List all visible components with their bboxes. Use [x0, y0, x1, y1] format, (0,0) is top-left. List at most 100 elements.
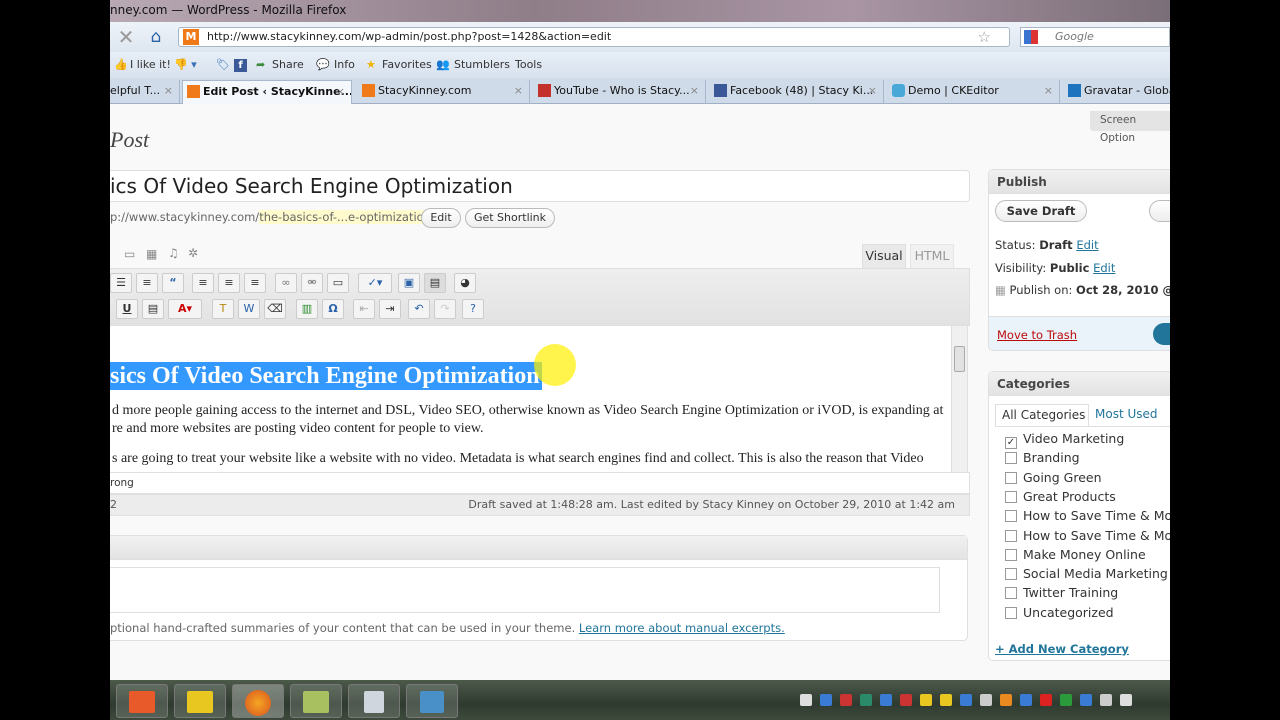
share-button[interactable]: Share [272, 52, 304, 78]
screen-options-button[interactable]: Screen Option [1090, 111, 1170, 144]
tray-icon[interactable] [880, 694, 892, 706]
category-item[interactable]: How to Save Time & Mon [1005, 528, 1170, 543]
tab-most-used[interactable]: Most Used [1095, 404, 1158, 424]
tab-stacykinney[interactable]: StacyKinney.com × [358, 80, 530, 104]
tray-icon[interactable] [820, 694, 832, 706]
edit-status-link[interactable]: Edit [1076, 238, 1098, 252]
category-checkbox[interactable] [1005, 510, 1017, 523]
paste-text-icon[interactable]: T [212, 299, 234, 319]
search-input[interactable]: Google [1020, 27, 1170, 47]
tray-icon[interactable] [1060, 694, 1072, 706]
tray-icon[interactable] [800, 694, 812, 706]
undo-icon[interactable]: ↶ [408, 299, 430, 319]
thumbs-up-icon[interactable]: 👍 [114, 52, 128, 78]
tab-helpful[interactable]: elpful T... × [110, 80, 180, 104]
stumblers-button[interactable]: Stumblers [454, 52, 510, 78]
link-icon[interactable]: ∞ [275, 273, 297, 293]
category-item[interactable]: Twitter Training [1005, 585, 1118, 600]
tray-icon[interactable] [1080, 694, 1092, 706]
tab-visual[interactable]: Visual [862, 244, 906, 268]
category-checkbox[interactable] [1005, 606, 1017, 619]
category-item[interactable]: Branding [1005, 450, 1080, 465]
tray-icon[interactable] [940, 694, 952, 706]
tab-facebook[interactable]: Facebook (48) | Stacy Ki... × [710, 80, 884, 104]
more-tag-icon[interactable]: ▭ [327, 273, 349, 293]
align-left-icon[interactable]: ≡ [192, 273, 214, 293]
insert-media-icon[interactable]: ▥ [296, 299, 318, 319]
category-checkbox[interactable] [1005, 529, 1017, 542]
learn-more-excerpts-link[interactable]: Learn more about manual excerpts. [579, 621, 785, 635]
category-item[interactable]: Social Media Marketing [1005, 566, 1168, 581]
tray-icon[interactable] [1120, 694, 1132, 706]
category-checkbox[interactable] [1005, 490, 1017, 503]
permalink-slug[interactable]: the-basics-of-...e-optimization/ [259, 210, 435, 224]
remove-format-icon[interactable]: ⌫ [264, 299, 286, 319]
like-button[interactable]: I like it! [130, 52, 171, 78]
category-item[interactable]: Make Money Online [1005, 547, 1146, 562]
category-item[interactable]: Going Green [1005, 470, 1102, 485]
tray-icon[interactable] [1000, 694, 1012, 706]
numbered-list-icon[interactable]: ≡ [136, 273, 158, 293]
close-tab-icon[interactable]: × [164, 80, 173, 102]
bullet-list-icon[interactable]: ☰ [110, 273, 132, 293]
special-character-icon[interactable]: Ω [322, 299, 344, 319]
get-shortlink-button[interactable]: Get Shortlink [465, 208, 555, 228]
category-checkbox[interactable]: ✓ [1005, 437, 1017, 449]
tray-icon[interactable] [1040, 694, 1052, 706]
close-tab-icon[interactable]: × [514, 80, 523, 102]
spellcheck-icon[interactable]: ✓▾ [358, 273, 392, 293]
preview-button[interactable] [1149, 200, 1170, 222]
tray-icon[interactable] [900, 694, 912, 706]
add-image-icon[interactable]: ▭ [124, 247, 135, 261]
tab-gravatar[interactable]: Gravatar - Global [1064, 80, 1170, 104]
category-checkbox[interactable] [1005, 471, 1017, 484]
unlink-icon[interactable]: ⚮ [301, 273, 323, 293]
tray-icon[interactable] [860, 694, 872, 706]
indent-icon[interactable]: ⇥ [379, 299, 401, 319]
category-checkbox[interactable] [1005, 548, 1017, 561]
firefox-taskbar-button[interactable] [232, 684, 284, 718]
align-center-icon[interactable]: ≡ [218, 273, 240, 293]
tray-icon[interactable] [920, 694, 932, 706]
tab-html[interactable]: HTML [910, 244, 954, 268]
facebook-icon[interactable]: f [234, 59, 247, 72]
text-color-icon[interactable]: A▾ [168, 299, 202, 319]
outdent-icon[interactable]: ⇤ [353, 299, 375, 319]
tray-icon[interactable] [980, 694, 992, 706]
taskbar-app-yellow-button[interactable] [174, 684, 226, 718]
justify-icon[interactable]: ▤ [142, 299, 164, 319]
tab-edit-post[interactable]: Edit Post ‹ StacyKinne... × [182, 80, 352, 104]
save-draft-button[interactable]: Save Draft [995, 200, 1087, 222]
add-video-icon[interactable]: ▦ [146, 247, 157, 261]
close-tab-icon[interactable]: × [1044, 80, 1053, 102]
tray-icon[interactable] [960, 694, 972, 706]
paste-word-icon[interactable]: W [238, 299, 260, 319]
powerpoint-taskbar-button[interactable] [116, 684, 168, 718]
tab-all-categories[interactable]: All Categories [995, 404, 1089, 426]
tag-icon[interactable]: 🏷 [216, 52, 230, 78]
scrollbar-thumb[interactable] [954, 346, 965, 372]
taskbar-app-blue-button[interactable] [406, 684, 458, 718]
tray-icon[interactable] [1100, 694, 1112, 706]
category-item[interactable]: Uncategorized [1005, 605, 1114, 620]
category-item[interactable]: How to Save Time & Mon [1005, 508, 1170, 523]
tab-ckeditor[interactable]: Demo | CKEditor × [888, 80, 1060, 104]
close-tab-icon[interactable]: × [868, 80, 877, 102]
align-right-icon[interactable]: ≡ [244, 273, 266, 293]
category-checkbox[interactable] [1005, 568, 1017, 581]
blockquote-icon[interactable]: “ [162, 273, 184, 293]
category-checkbox[interactable] [1005, 587, 1017, 600]
help-icon[interactable]: ? [462, 299, 484, 319]
thumbs-down-icon[interactable]: 👎 ▾ [174, 52, 197, 78]
taskbar-app-green-button[interactable] [290, 684, 342, 718]
underline-icon[interactable]: U [116, 299, 138, 319]
edit-permalink-button[interactable]: Edit [421, 208, 461, 228]
stop-icon[interactable]: ✕ [116, 25, 136, 49]
post-title-input[interactable]: ics Of Video Search Engine Optimization [110, 170, 970, 202]
tools-menu[interactable]: Tools [515, 52, 542, 78]
publish-button[interactable] [1153, 323, 1170, 345]
add-media-icon[interactable]: ✲ [188, 246, 198, 260]
redo-icon[interactable]: ↷ [434, 299, 456, 319]
favorites-button[interactable]: Favorites [382, 52, 432, 78]
info-button[interactable]: Info [334, 52, 355, 78]
